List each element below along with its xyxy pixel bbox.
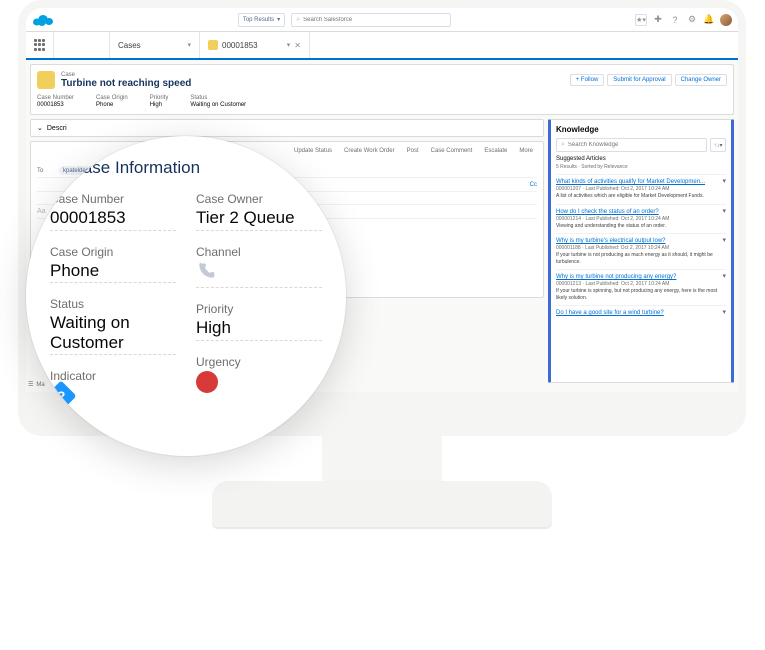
search-icon: ⌕ (296, 16, 300, 24)
close-tab-icon[interactable]: ✕ (294, 41, 301, 50)
article-menu-icon[interactable]: ▾ (722, 272, 726, 280)
highlight-status: StatusWaiting on Customer (190, 95, 246, 108)
salesforce-logo (32, 13, 54, 27)
action-more[interactable]: More (515, 146, 537, 156)
article-description: If your turbine is not producing as much… (556, 252, 726, 265)
suggested-articles-label: Suggested Articles (556, 156, 726, 162)
knowledge-panel: Knowledge ⌕ ↑↓▾ Suggested Articles 5 Res… (548, 119, 734, 383)
article-title-link[interactable]: Do I have a good site for a wind turbine… (556, 310, 726, 316)
record-header: Case Turbine not reaching speed + Follow… (30, 64, 734, 115)
article-description: If your turbine is spinning, but not pro… (556, 288, 726, 301)
user-avatar[interactable] (720, 14, 732, 26)
knowledge-article[interactable]: Why is my turbine's electrical output lo… (556, 233, 726, 269)
global-topbar: Top Results ▾ ⌕ ★▾ ✚ ? ⚙ 🔔 (26, 8, 738, 32)
action-escalate[interactable]: Escalate (480, 146, 511, 156)
setup-gear-icon[interactable]: ⚙ (686, 14, 698, 26)
chevron-down-icon[interactable]: ▾ (187, 41, 191, 49)
change-owner-button[interactable]: Change Owner (675, 74, 727, 86)
article-meta: 000001188 · Last Published: Oct 2, 2017 … (556, 245, 726, 251)
action-update-status[interactable]: Update Status (290, 146, 336, 156)
knowledge-sort-button[interactable]: ↑↓▾ (710, 138, 726, 152)
favorites-icon[interactable]: ★▾ (635, 14, 647, 26)
submit-approval-button[interactable]: Submit for Approval (607, 74, 671, 86)
action-case-comment[interactable]: Case Comment (427, 146, 477, 156)
article-meta: 000001213 · Last Published: Oct 2, 2017 … (556, 281, 726, 287)
field-case-origin: Case Origin Phone (50, 245, 176, 284)
field-indicator: Indicator ? (50, 369, 176, 409)
action-create-work-order[interactable]: Create Work Order (340, 146, 399, 156)
tab-case-record[interactable]: 00001853 ▾ ✕ (200, 32, 310, 58)
case-icon (208, 40, 218, 50)
article-title-link[interactable]: Why is my turbine not producing any ener… (556, 274, 726, 280)
tab-label: Cases (118, 41, 141, 50)
phone-icon (196, 261, 216, 281)
knowledge-search-input[interactable] (568, 142, 702, 148)
left-peek-label: ☰ Ma (28, 381, 45, 388)
knowledge-title: Knowledge (556, 125, 726, 134)
add-icon[interactable]: ✚ (652, 14, 664, 26)
app-launcher[interactable] (26, 32, 54, 58)
description-section[interactable]: ⌄ Descri (30, 119, 544, 137)
article-description: Viewing and understanding the status of … (556, 223, 726, 230)
field-channel: Channel (196, 245, 322, 289)
follow-button[interactable]: + Follow (570, 74, 605, 86)
waffle-icon (34, 39, 46, 51)
article-meta: 000001207 · Last Published: Oct 2, 2017 … (556, 186, 726, 192)
article-description: A list of activities which are eligible … (556, 193, 726, 200)
highlight-priority: PriorityHigh (150, 95, 169, 108)
article-menu-icon[interactable]: ▾ (722, 236, 726, 244)
notifications-icon[interactable]: 🔔 (703, 14, 715, 26)
search-icon: ⌕ (561, 141, 565, 149)
knowledge-article[interactable]: Do I have a good site for a wind turbine… (556, 305, 726, 321)
tab-cases[interactable]: Cases ▾ (110, 32, 200, 58)
article-title-link[interactable]: What kinds of activities qualify for Mar… (556, 179, 726, 185)
help-icon[interactable]: ? (669, 14, 681, 26)
search-scope-select[interactable]: Top Results ▾ (238, 13, 285, 27)
monitor-stand-base (212, 481, 552, 529)
field-status: Status Waiting on Customer (50, 297, 176, 355)
chevron-down-icon: ▾ (277, 16, 280, 23)
action-post[interactable]: Post (403, 146, 423, 156)
knowledge-article[interactable]: How do I check the status of an order?00… (556, 204, 726, 234)
highlight-case-origin: Case OriginPhone (96, 95, 128, 108)
tab-label: 00001853 (222, 41, 258, 50)
case-icon (37, 71, 55, 89)
article-menu-icon[interactable]: ▾ (722, 177, 726, 185)
field-urgency: Urgency (196, 355, 322, 395)
field-case-owner: Case Owner Tier 2 Queue (196, 192, 322, 231)
global-search-input[interactable] (303, 17, 446, 23)
knowledge-search[interactable]: ⌕ (556, 138, 707, 152)
results-meta: 5 Results · Sorted by Relevance (556, 164, 726, 170)
chevron-down-icon: ⌄ (37, 124, 43, 132)
field-priority: Priority High (196, 302, 322, 341)
highlight-case-number: Case Number00001853 (37, 95, 74, 108)
search-scope-label: Top Results (243, 17, 274, 23)
article-title-link[interactable]: How do I check the status of an order? (556, 209, 726, 215)
global-search[interactable]: ⌕ (291, 13, 451, 27)
urgency-icon (196, 371, 218, 393)
field-case-number: Case Number 00001853 (50, 192, 176, 231)
record-highlights: Case Number00001853 Case OriginPhone Pri… (37, 95, 727, 108)
article-menu-icon[interactable]: ▾ (722, 207, 726, 215)
monitor-stand-neck (322, 436, 442, 482)
knowledge-article[interactable]: Why is my turbine not producing any ener… (556, 269, 726, 305)
knowledge-article[interactable]: What kinds of activities qualify for Mar… (556, 174, 726, 204)
article-menu-icon[interactable]: ▾ (722, 308, 726, 316)
chevron-down-icon[interactable]: ▾ (287, 41, 291, 49)
formatting-icon[interactable]: Aa (37, 208, 46, 215)
article-meta: 000001214 · Last Published: Oct 2, 2017 … (556, 216, 726, 222)
magnify-overlay: ⌄ Case Information Case Number 00001853 … (26, 136, 346, 456)
record-title: Turbine not reaching speed (61, 78, 564, 89)
workspace-tabbar: Cases ▾ 00001853 ▾ ✕ (26, 32, 738, 60)
cc-toggle[interactable]: Cc (530, 182, 537, 188)
article-title-link[interactable]: Why is my turbine's electrical output lo… (556, 238, 726, 244)
section-title: Descri (47, 125, 67, 132)
